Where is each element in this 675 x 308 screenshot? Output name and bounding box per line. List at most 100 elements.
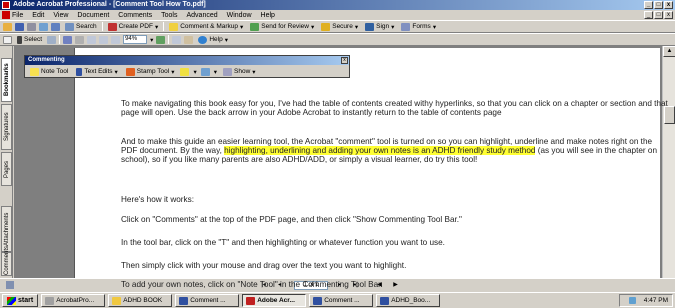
note-tool-label: Note Tool [41, 68, 69, 75]
show-button[interactable]: Show ▾ [221, 67, 258, 77]
help-button[interactable]: Help ▾ [196, 35, 230, 45]
volume-icon[interactable] [628, 297, 636, 304]
acrobat-icon [246, 296, 256, 305]
close-button[interactable]: x [664, 1, 673, 9]
task-label: ADHD_Boo... [391, 297, 431, 304]
commenting-toolbar: Commenting x Note Tool Text Edits ▾ Stam… [24, 55, 350, 78]
text-edits-label: Text Edits [84, 68, 113, 75]
open-icon[interactable] [3, 22, 12, 31]
create-pdf-label: Create PDF [118, 23, 153, 30]
menu-help[interactable]: Help [261, 12, 275, 19]
rotate-icon[interactable] [172, 35, 182, 44]
commenting-close-button[interactable]: x [341, 57, 348, 64]
clock[interactable]: 4:47 PM [644, 297, 668, 304]
taskbar-item-comment-2[interactable]: Comment ... [309, 294, 374, 307]
help-icon [198, 35, 208, 44]
menu-window[interactable]: Window [227, 12, 252, 19]
scroll-up-arrow[interactable]: ▲ [663, 46, 675, 57]
navigation-pane-tabs: Bookmarks Signatures Pages Attachments C… [0, 46, 13, 278]
menu-document[interactable]: Document [77, 12, 109, 19]
start-button[interactable]: start [2, 294, 39, 307]
doc-restore-button[interactable]: □ [654, 11, 663, 19]
select-tool-button[interactable]: Select [15, 35, 44, 45]
taskbar-item-adhd-boo[interactable]: ADHD_Boo... [376, 294, 441, 307]
forms-button[interactable]: Forms ▾ [399, 22, 438, 32]
select-label: Select [24, 36, 43, 43]
save-icon[interactable] [15, 22, 24, 31]
lock-icon [321, 22, 331, 31]
window-title: Adobe Acrobat Professional - [Comment To… [13, 1, 206, 8]
stamp-tool-button[interactable]: Stamp Tool ▾ [124, 67, 177, 77]
minimize-button[interactable]: _ [644, 1, 653, 9]
doc-minimize-button[interactable]: _ [644, 11, 653, 19]
attach-icon[interactable] [200, 67, 210, 76]
show-icon [223, 67, 232, 76]
doc-close-button[interactable]: x [664, 11, 673, 19]
system-tray: 4:47 PM [619, 294, 673, 307]
menu-tools[interactable]: Tools [161, 12, 177, 19]
taskbar-item-acrobatpro[interactable]: AcrobatPro... [41, 294, 106, 307]
zoom-out-icon[interactable] [75, 35, 85, 44]
comment-markup-button[interactable]: Comment & Markup ▾ [167, 22, 245, 32]
stamp-tool-label: Stamp Tool [136, 68, 170, 75]
sign-button[interactable]: Sign ▾ [363, 22, 396, 32]
tab-comments[interactable]: Comments [1, 246, 12, 276]
paragraph-step-drag: Then simply click with your mouse and dr… [121, 261, 407, 270]
commenting-toolbar-row: Note Tool Text Edits ▾ Stamp Tool ▾ ▾ ▾ … [25, 65, 349, 78]
how-to-icon[interactable] [184, 35, 194, 44]
search-label: Search [76, 23, 97, 30]
toolbar-separator [101, 22, 103, 31]
create-pdf-button[interactable]: Create PDF ▾ [106, 22, 161, 32]
highlighter-icon[interactable] [180, 67, 190, 76]
text-edits-button[interactable]: Text Edits ▾ [74, 67, 119, 77]
acrobat-app-icon[interactable] [2, 1, 10, 9]
zoom-in-icon[interactable] [156, 35, 166, 44]
forms-label: Forms [412, 23, 431, 30]
menu-edit[interactable]: Edit [32, 12, 44, 19]
pen-icon [365, 22, 375, 31]
send-review-button[interactable]: Send for Review ▾ [248, 22, 316, 32]
window-titlebar: Adobe Acrobat Professional - [Comment To… [0, 0, 675, 10]
fit-page-icon[interactable] [99, 35, 109, 44]
taskbar-item-adobe-acrobat[interactable]: Adobe Acr... [242, 294, 307, 307]
show-label: Show [234, 68, 251, 75]
menu-view[interactable]: View [53, 12, 68, 19]
secure-button[interactable]: Secure ▾ [319, 22, 360, 32]
menu-comments[interactable]: Comments [118, 12, 152, 19]
maximize-button[interactable]: □ [654, 1, 663, 9]
paragraph-how-it-works: Here's how it works: [121, 195, 194, 204]
sign-label: Sign [376, 23, 390, 30]
snapshot-icon[interactable] [47, 35, 57, 44]
menu-bar: File Edit View Document Comments Tools A… [0, 10, 675, 20]
taskbar-item-comment-1[interactable]: Comment ... [175, 294, 240, 307]
taskbar-item-adhd-book[interactable]: ADHD BOOK [108, 294, 173, 307]
zoom-icon[interactable] [63, 35, 73, 44]
comment-markup-label: Comment & Markup [180, 23, 238, 30]
note-tool-button[interactable]: Note Tool [28, 67, 70, 77]
actual-size-icon[interactable] [87, 35, 97, 44]
task-label: ADHD BOOK [123, 297, 163, 304]
paragraph-navigation: To make navigating this book easy for yo… [121, 99, 668, 118]
commenting-toolbar-title[interactable]: Commenting [25, 56, 349, 65]
menu-file[interactable]: File [12, 12, 23, 19]
organizer-icon[interactable] [51, 22, 60, 31]
tab-pages[interactable]: Pages [1, 152, 12, 186]
tab-bookmarks[interactable]: Bookmarks [1, 58, 12, 102]
hand-tool-icon[interactable] [3, 35, 12, 44]
paragraph-step-note: To add your own notes, click on "Note To… [121, 280, 383, 289]
forms-icon [401, 22, 411, 31]
email-icon[interactable] [39, 22, 48, 31]
search-button[interactable]: Search [63, 22, 99, 32]
word-icon [313, 296, 323, 305]
secure-label: Secure [332, 23, 353, 30]
print-icon[interactable] [27, 22, 36, 31]
file-toolbar: Search Create PDF ▾ Comment & Markup ▾ S… [0, 20, 675, 33]
fit-width-icon[interactable] [111, 35, 121, 44]
zoom-level-field[interactable]: 94% [123, 35, 148, 44]
navigation-toolbar: Select 94% ▾ Help ▾ [0, 33, 675, 46]
tab-signatures[interactable]: Signatures [1, 104, 12, 150]
task-label: Comment ... [190, 297, 226, 304]
menu-advanced[interactable]: Advanced [186, 12, 217, 19]
document-icon[interactable] [2, 11, 10, 19]
paragraph-step-toolbar: In the tool bar, click on the "T" and th… [121, 238, 445, 247]
